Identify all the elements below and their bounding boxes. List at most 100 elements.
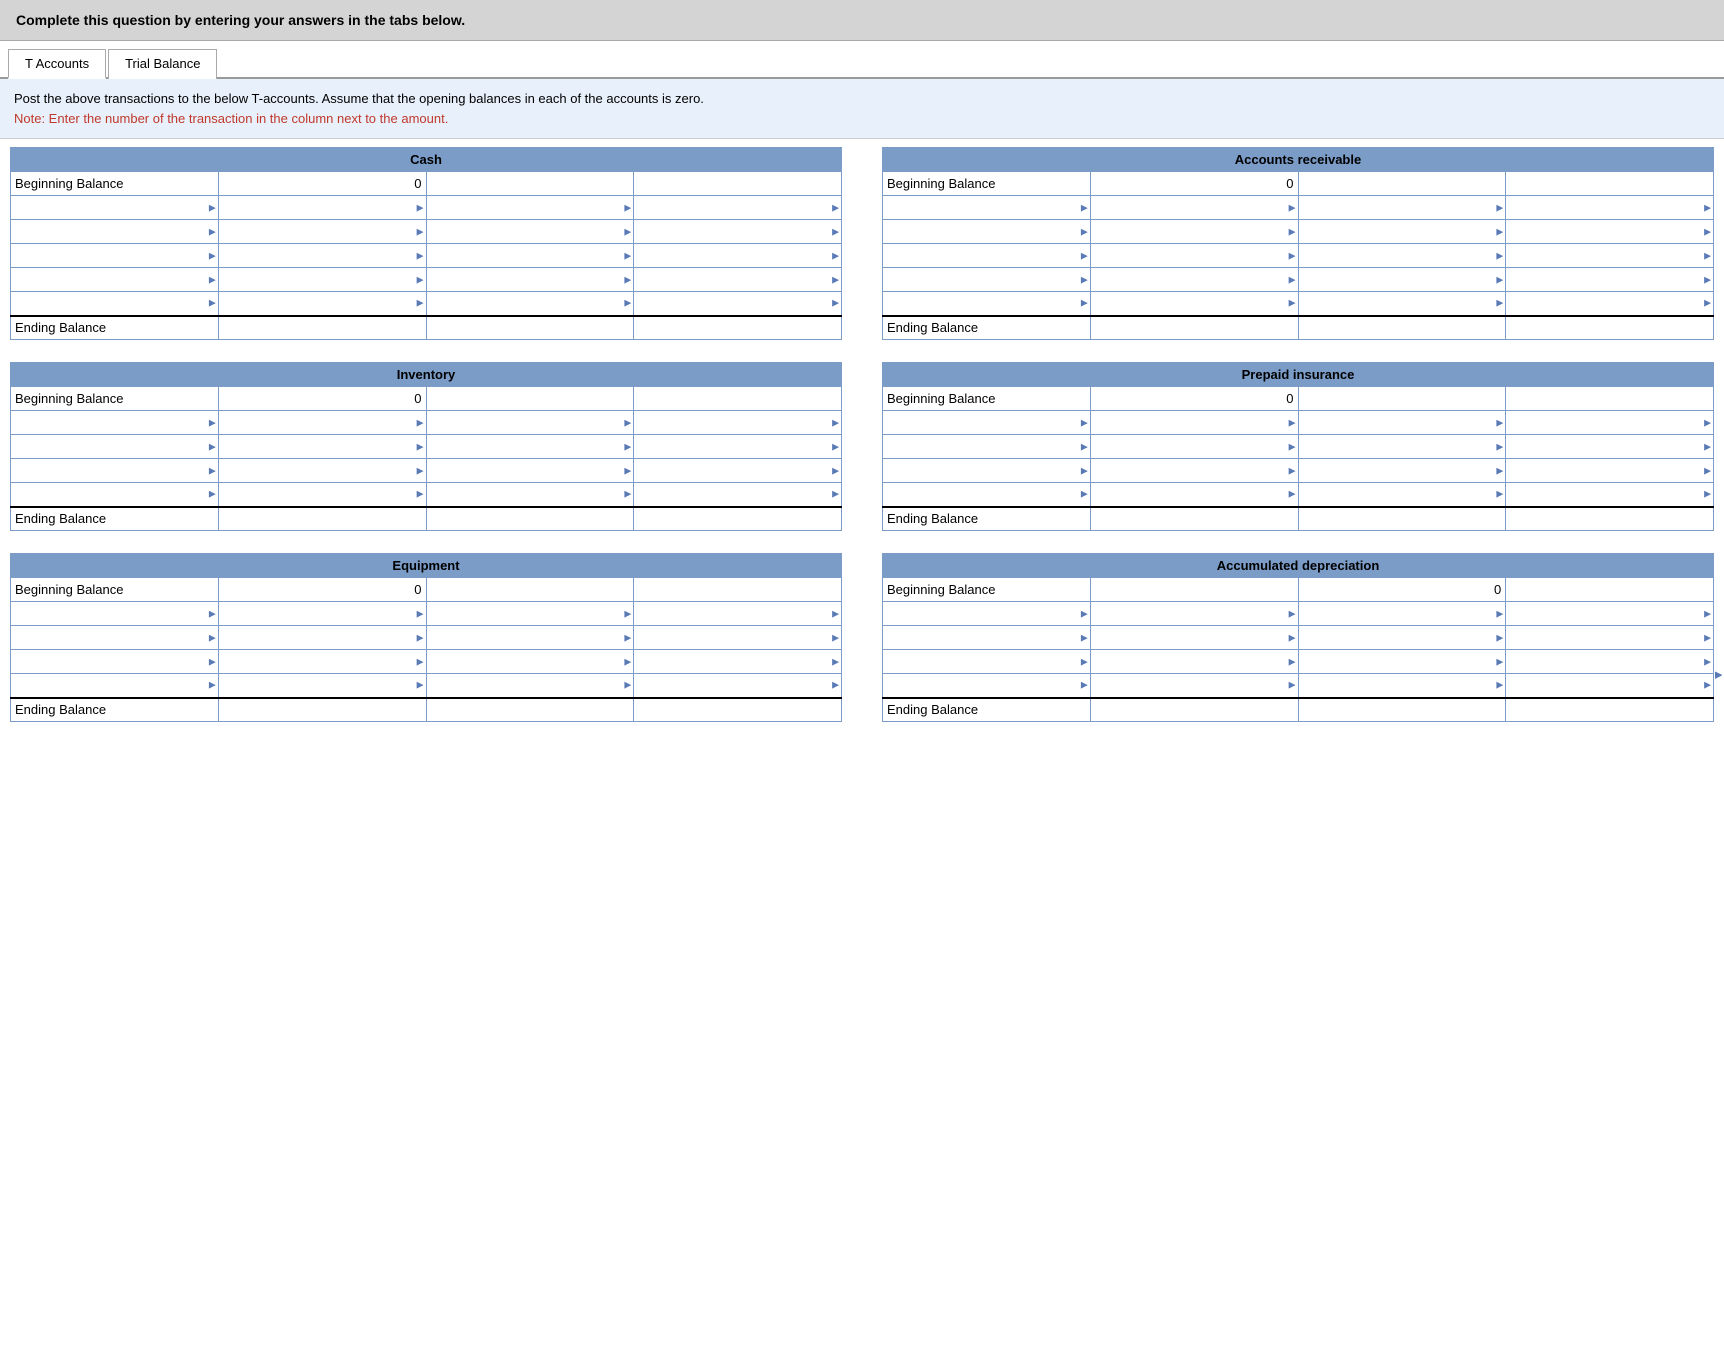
cash-r4-label[interactable] — [11, 268, 219, 292]
equipment-beginning-amount: 0 — [218, 578, 426, 602]
cash-ending-amount[interactable] — [218, 316, 426, 340]
inventory-beginning-amount: 0 — [218, 387, 426, 411]
cash-beginning-amount: 0 — [218, 172, 426, 196]
cash-ending-row: Ending Balance — [11, 316, 842, 340]
cash-r5-label[interactable] — [11, 292, 219, 316]
inventory-row-4 — [11, 483, 842, 507]
ar-beginning-dr[interactable] — [1298, 172, 1506, 196]
prepaid-beginning-amount: 0 — [1090, 387, 1298, 411]
accum-dep-ending-row: Ending Balance — [883, 698, 1714, 722]
equipment-ending-row: Ending Balance — [11, 698, 842, 722]
prepaid-beginning-label: Beginning Balance — [883, 387, 1091, 411]
ar-beginning-row: Beginning Balance 0 — [883, 172, 1714, 196]
cash-header: Cash — [11, 148, 842, 172]
accum-dep-beginning-amount: 0 — [1298, 578, 1506, 602]
cash-r2-label[interactable] — [11, 220, 219, 244]
cash-ending-label: Ending Balance — [11, 316, 219, 340]
spacer-1 — [842, 147, 882, 340]
account-row-3: Equipment Beginning Balance 0 — [6, 553, 1718, 722]
accum-dep-beginning-row: Beginning Balance 0 — [883, 578, 1714, 602]
t-account-inventory: Inventory Beginning Balance 0 — [10, 362, 842, 531]
instructions-main: Post the above transactions to the below… — [14, 91, 704, 106]
cash-r1-amount[interactable] — [218, 196, 426, 220]
prepaid-header: Prepaid insurance — [883, 363, 1714, 387]
accum-dep-row-3 — [883, 650, 1714, 674]
inventory-header: Inventory — [11, 363, 842, 387]
cash-beginning-dr-input[interactable] — [426, 172, 634, 196]
equipment-header: Equipment — [11, 554, 842, 578]
prepaid-row-1 — [883, 411, 1714, 435]
cash-r4-amount[interactable] — [218, 268, 426, 292]
ar-row-2 — [883, 220, 1714, 244]
account-row-2: Inventory Beginning Balance 0 — [6, 362, 1718, 531]
equipment-row-3 — [11, 650, 842, 674]
inventory-row-3 — [11, 459, 842, 483]
instructions-panel: Post the above transactions to the below… — [0, 79, 1724, 139]
prepaid-row-4 — [883, 483, 1714, 507]
t-account-prepaid: Prepaid insurance Beginning Balance 0 — [882, 362, 1714, 531]
cash-row-4 — [11, 268, 842, 292]
prepaid-ending-label: Ending Balance — [883, 507, 1091, 531]
inventory-ending-row: Ending Balance — [11, 507, 842, 531]
equipment-row-1 — [11, 602, 842, 626]
row-spacer-1 — [6, 352, 1718, 362]
cash-r1-cr[interactable] — [634, 196, 842, 220]
ar-ending-row: Ending Balance — [883, 316, 1714, 340]
cash-ending-dr[interactable] — [426, 316, 634, 340]
ar-row-1 — [883, 196, 1714, 220]
ar-beginning-cr[interactable] — [1506, 172, 1714, 196]
ar-row-4 — [883, 268, 1714, 292]
cash-r4-dr[interactable] — [426, 268, 634, 292]
cash-r1-label[interactable] — [11, 196, 219, 220]
tab-trial-balance[interactable]: Trial Balance — [108, 49, 217, 79]
accum-dep-row-1 — [883, 602, 1714, 626]
inventory-row-2 — [11, 435, 842, 459]
cash-r3-label[interactable] — [11, 244, 219, 268]
equipment-ending-label: Ending Balance — [11, 698, 219, 722]
ar-ending-label: Ending Balance — [883, 316, 1091, 340]
equipment-beginning-label: Beginning Balance — [11, 578, 219, 602]
t-account-ar: Accounts receivable Beginning Balance 0 — [882, 147, 1714, 340]
tab-t-accounts[interactable]: T Accounts — [8, 49, 106, 79]
equipment-row-2 — [11, 626, 842, 650]
cash-r2-dr[interactable] — [426, 220, 634, 244]
row-spacer-2 — [6, 543, 1718, 553]
prepaid-beginning-row: Beginning Balance 0 — [883, 387, 1714, 411]
ar-header: Accounts receivable — [883, 148, 1714, 172]
cash-r5-amount[interactable] — [218, 292, 426, 316]
cash-row-1 — [11, 196, 842, 220]
prepaid-ending-row: Ending Balance — [883, 507, 1714, 531]
header-text: Complete this question by entering your … — [16, 12, 465, 28]
cash-r2-amount[interactable] — [218, 220, 426, 244]
cash-r2-cr[interactable] — [634, 220, 842, 244]
accum-dep-header: Accumulated depreciation — [883, 554, 1714, 578]
ar-row-3 — [883, 244, 1714, 268]
cash-r1-dr[interactable] — [426, 196, 634, 220]
inventory-row-1 — [11, 411, 842, 435]
cash-ending-cr-blank — [634, 316, 842, 340]
t-account-cash: Cash Beginning Balance 0 — [10, 147, 842, 340]
prepaid-row-2 — [883, 435, 1714, 459]
cash-r5-cr[interactable] — [634, 292, 842, 316]
ar-beginning-amount: 0 — [1090, 172, 1298, 196]
account-row-1: Cash Beginning Balance 0 — [6, 147, 1718, 340]
cash-r3-dr[interactable] — [426, 244, 634, 268]
instructions-note: Note: Enter the number of the transactio… — [14, 111, 448, 126]
cash-r3-amount[interactable] — [218, 244, 426, 268]
accum-dep-ending-label: Ending Balance — [883, 698, 1091, 722]
prepaid-row-3 — [883, 459, 1714, 483]
accum-dep-row-4 — [883, 674, 1714, 698]
spacer-2 — [842, 362, 882, 531]
spacer-3 — [842, 553, 882, 722]
cash-r5-dr[interactable] — [426, 292, 634, 316]
cash-row-5 — [11, 292, 842, 316]
ar-beginning-label: Beginning Balance — [883, 172, 1091, 196]
cash-beginning-row: Beginning Balance 0 — [11, 172, 842, 196]
cash-r4-cr[interactable] — [634, 268, 842, 292]
inventory-beginning-label: Beginning Balance — [11, 387, 219, 411]
t-account-equipment: Equipment Beginning Balance 0 — [10, 553, 842, 722]
ar-row-5 — [883, 292, 1714, 316]
t-account-accum-dep: Accumulated depreciation Beginning Balan… — [882, 553, 1714, 722]
cash-beginning-cr-input[interactable] — [634, 172, 842, 196]
cash-r3-cr[interactable] — [634, 244, 842, 268]
